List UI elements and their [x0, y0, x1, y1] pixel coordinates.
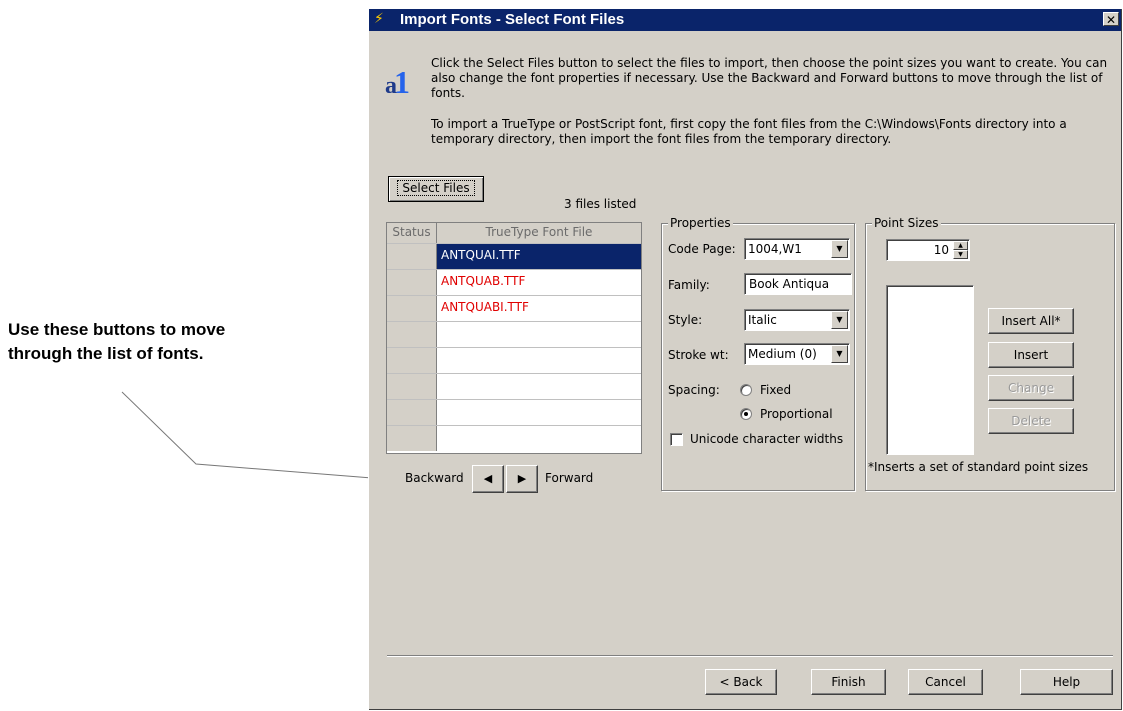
family-label: Family:: [668, 278, 710, 292]
row-file-cell[interactable]: [437, 426, 641, 451]
instructions-paragraph-1: Click the Select Files button to select …: [431, 56, 1108, 100]
spacing-proportional-radio[interactable]: [740, 408, 752, 420]
row-status-cell[interactable]: [387, 374, 437, 399]
annotation-callout: Use these buttons to move through the li…: [8, 318, 225, 366]
code-page-select[interactable]: 1004,W1 ▼: [744, 238, 850, 260]
cancel-button[interactable]: Cancel: [908, 669, 983, 695]
spacing-fixed-radio[interactable]: [740, 384, 752, 396]
table-row[interactable]: ANTQUAI.TTF: [387, 243, 641, 269]
grid-rows: ANTQUAI.TTF ANTQUAB.TTF ANTQUABI.TTF: [387, 243, 641, 451]
properties-legend: Properties: [668, 216, 733, 230]
delete-button[interactable]: Delete: [988, 408, 1074, 434]
instructions: Click the Select Files button to select …: [431, 56, 1111, 147]
spin-down-icon[interactable]: ▼: [953, 250, 968, 259]
help-button[interactable]: Help: [1020, 669, 1113, 695]
footer-separator: [387, 655, 1113, 657]
instructions-paragraph-2: To import a TrueType or PostScript font,…: [431, 117, 1067, 146]
annotation-line-1: Use these buttons to move: [8, 320, 226, 339]
code-page-value: 1004,W1: [748, 242, 802, 256]
row-status-cell[interactable]: [387, 400, 437, 425]
select-files-label: Select Files: [397, 180, 475, 196]
table-row[interactable]: ANTQUAB.TTF: [387, 269, 641, 295]
chevron-down-icon[interactable]: ▼: [831, 311, 848, 329]
stroke-value: Medium (0): [748, 347, 817, 361]
table-row[interactable]: [387, 347, 641, 373]
insert-all-button[interactable]: Insert All*: [988, 308, 1074, 334]
table-row[interactable]: [387, 373, 641, 399]
table-row[interactable]: [387, 321, 641, 347]
close-icon: ✕: [1105, 13, 1117, 27]
point-size-value: 10: [933, 243, 949, 257]
stroke-select[interactable]: Medium (0) ▼: [744, 343, 850, 365]
change-button[interactable]: Change: [988, 375, 1074, 401]
close-button[interactable]: ✕: [1103, 12, 1119, 27]
stroke-label: Stroke wt:: [668, 348, 729, 362]
table-row[interactable]: [387, 399, 641, 425]
arrow-left-icon: ◀: [483, 472, 493, 485]
chevron-down-icon[interactable]: ▼: [831, 345, 848, 363]
point-sizes-list[interactable]: [886, 285, 974, 455]
wand-icon: ⚡: [374, 11, 384, 27]
finish-button[interactable]: Finish: [811, 669, 886, 695]
spacing-label: Spacing:: [668, 383, 720, 397]
backward-button[interactable]: ◀: [472, 465, 504, 493]
import-fonts-dialog: ⚡ Import Fonts - Select Font Files ✕ a1 …: [368, 8, 1121, 709]
row-status-cell[interactable]: [387, 426, 437, 451]
column-header-file[interactable]: TrueType Font File: [437, 223, 641, 243]
point-size-spinner[interactable]: 10 ▲ ▼: [886, 239, 970, 261]
forward-button[interactable]: ▶: [506, 465, 538, 493]
row-file-cell[interactable]: [437, 374, 641, 399]
row-file-cell[interactable]: [437, 348, 641, 373]
select-files-button[interactable]: Select Files: [388, 176, 484, 202]
font-import-icon: a1: [385, 64, 410, 100]
files-count: 3 files listed: [564, 197, 637, 211]
font-file-grid[interactable]: Status TrueType Font File ANTQUAI.TTF ANT…: [386, 222, 642, 454]
annotation-line-2: through the list of fonts.: [8, 344, 204, 363]
row-file-cell[interactable]: ANTQUAB.TTF: [437, 270, 641, 295]
radio-dot: [744, 412, 748, 416]
back-button[interactable]: < Back: [705, 669, 777, 695]
row-file-cell[interactable]: [437, 400, 641, 425]
table-row[interactable]: [387, 425, 641, 451]
unicode-widths-label[interactable]: Unicode character widths: [690, 432, 843, 446]
chevron-down-icon[interactable]: ▼: [831, 240, 848, 258]
row-status-cell[interactable]: [387, 270, 437, 295]
spacing-proportional-label[interactable]: Proportional: [760, 407, 833, 421]
point-sizes-footnote: *Inserts a set of standard point sizes: [868, 460, 1089, 474]
spacing-fixed-label[interactable]: Fixed: [760, 383, 791, 397]
insert-button[interactable]: Insert: [988, 342, 1074, 368]
style-value: Italic: [748, 313, 777, 327]
window-title: Import Fonts - Select Font Files: [400, 11, 625, 28]
column-header-status[interactable]: Status: [387, 223, 437, 243]
code-page-label: Code Page:: [668, 242, 736, 256]
table-row[interactable]: ANTQUABI.TTF: [387, 295, 641, 321]
row-status-cell[interactable]: [387, 296, 437, 321]
row-status-cell[interactable]: [387, 348, 437, 373]
point-sizes-group: Point Sizes 10 ▲ ▼ Insert All* Insert Ch…: [865, 216, 1115, 491]
style-select[interactable]: Italic ▼: [744, 309, 850, 331]
unicode-widths-checkbox[interactable]: [670, 433, 683, 446]
row-file-cell[interactable]: [437, 322, 641, 347]
grid-header: Status TrueType Font File: [387, 223, 641, 243]
title-bar: ⚡ Import Fonts - Select Font Files ✕: [369, 9, 1121, 31]
forward-label: Forward: [545, 471, 594, 485]
point-sizes-legend: Point Sizes: [872, 216, 941, 230]
backward-label: Backward: [405, 471, 464, 485]
arrow-right-icon: ▶: [517, 472, 527, 485]
properties-group: Properties Code Page: 1004,W1 ▼ Family: …: [661, 216, 855, 491]
row-status-cell[interactable]: [387, 244, 437, 269]
spinner-arrows[interactable]: ▲ ▼: [953, 241, 968, 259]
row-file-cell[interactable]: ANTQUABI.TTF: [437, 296, 641, 321]
family-field[interactable]: Book Antiqua: [744, 273, 852, 295]
row-status-cell[interactable]: [387, 322, 437, 347]
spin-up-icon[interactable]: ▲: [953, 241, 968, 250]
row-file-cell[interactable]: ANTQUAI.TTF: [437, 244, 641, 269]
style-label: Style:: [668, 313, 703, 327]
